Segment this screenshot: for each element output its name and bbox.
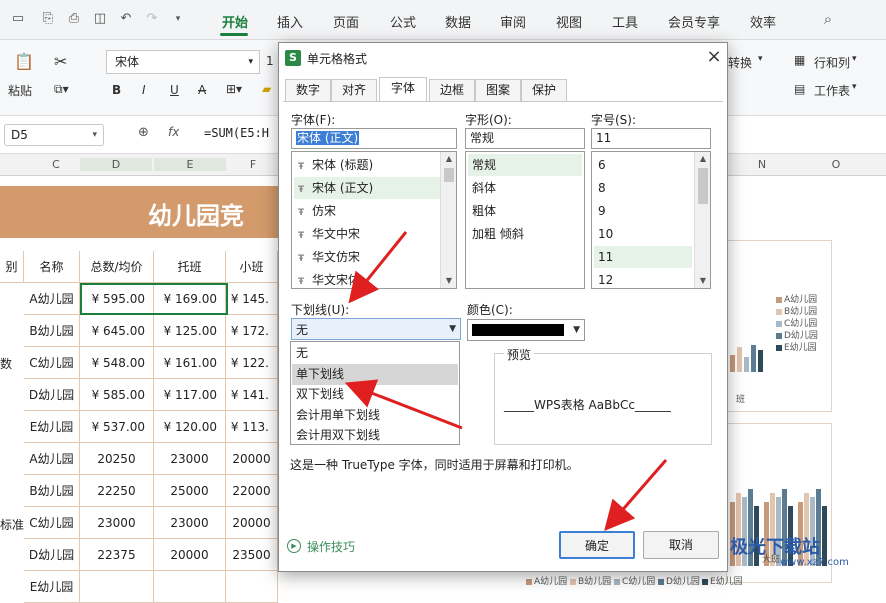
arrow-to-ok-button: [604, 459, 668, 532]
watermark-url: www.xz7.com: [780, 557, 849, 568]
annotation-arrows: [344, 231, 668, 532]
arrow-to-single-underline: [344, 379, 463, 430]
arrow-to-underline-select: [348, 231, 408, 304]
watermark-logo: 极光下载站: [730, 537, 820, 558]
